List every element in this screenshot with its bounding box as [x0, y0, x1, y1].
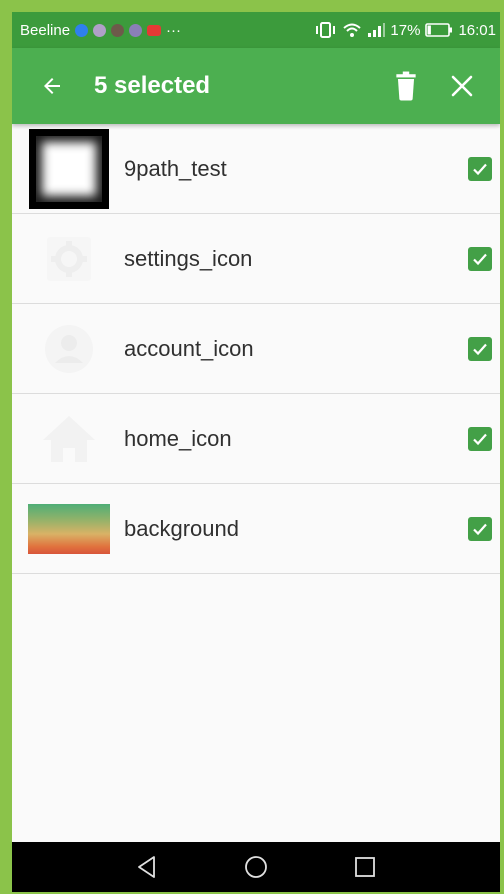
youtube-notification-icon	[147, 24, 162, 36]
resource-list: 9path_test settings_icon account_icon ho…	[12, 124, 500, 574]
close-icon	[451, 75, 473, 97]
account-icon	[45, 324, 93, 373]
home-circle-icon	[245, 856, 267, 878]
wifi-icon	[343, 23, 362, 37]
item-label: background	[124, 515, 239, 541]
avatar-notification-icon	[93, 23, 107, 37]
checkmark-icon	[473, 523, 487, 535]
checkmark-icon	[473, 343, 487, 355]
back-button[interactable]	[32, 66, 72, 106]
selection-count-title: 5 selected	[94, 72, 211, 99]
item-checkbox[interactable]	[468, 156, 492, 181]
delete-button[interactable]	[382, 62, 430, 110]
messenger-notification-icon	[75, 23, 89, 37]
home-thumbnail	[28, 398, 110, 480]
nav-home-button[interactable]	[236, 847, 276, 887]
item-checkbox[interactable]	[468, 336, 492, 361]
status-bar: Beeline ··· 17% 16:01	[12, 12, 500, 48]
settings-thumbnail	[28, 218, 110, 300]
item-label: home_icon	[124, 425, 232, 451]
item-checkbox[interactable]	[468, 516, 492, 541]
checkmark-icon	[473, 163, 487, 175]
signal-icon	[368, 23, 386, 37]
avatar-notification-icon	[129, 23, 143, 37]
checkmark-icon	[473, 253, 487, 265]
selection-app-bar: 5 selected	[12, 48, 500, 124]
vibrate-icon	[316, 22, 336, 38]
battery-icon	[425, 23, 453, 37]
clock: 16:01	[458, 21, 496, 39]
account-thumbnail	[28, 308, 110, 390]
recents-square-icon	[355, 857, 376, 877]
nav-back-button[interactable]	[127, 847, 167, 887]
list-item[interactable]: home_icon	[12, 394, 500, 484]
back-arrow-icon	[44, 78, 60, 94]
home-icon	[43, 415, 95, 462]
avatar-notification-icon	[111, 23, 125, 37]
item-checkbox[interactable]	[468, 426, 492, 451]
list-item[interactable]: background	[12, 484, 500, 574]
list-item[interactable]: 9path_test	[12, 124, 500, 214]
list-item[interactable]: settings_icon	[12, 214, 500, 304]
back-triangle-icon	[137, 856, 155, 878]
background-thumbnail	[28, 488, 110, 570]
item-label: account_icon	[124, 335, 254, 361]
item-label: settings_icon	[124, 245, 253, 271]
system-navigation-bar	[12, 842, 500, 892]
item-checkbox[interactable]	[468, 246, 492, 271]
checkmark-icon	[473, 433, 487, 445]
settings-icon	[47, 236, 91, 281]
nav-recents-button[interactable]	[345, 847, 385, 887]
close-selection-button[interactable]	[438, 62, 486, 110]
battery-percent: 17%	[390, 21, 421, 39]
item-label: 9path_test	[124, 155, 227, 181]
more-notifications-indicator: ···	[166, 21, 182, 39]
delete-icon	[396, 71, 416, 101]
phone-screen: Beeline ··· 17% 16:01 5 selected 9path_t…	[12, 12, 500, 892]
ninepatch-thumbnail	[28, 128, 110, 210]
list-item[interactable]: account_icon	[12, 304, 500, 394]
carrier-name: Beeline	[20, 21, 71, 39]
